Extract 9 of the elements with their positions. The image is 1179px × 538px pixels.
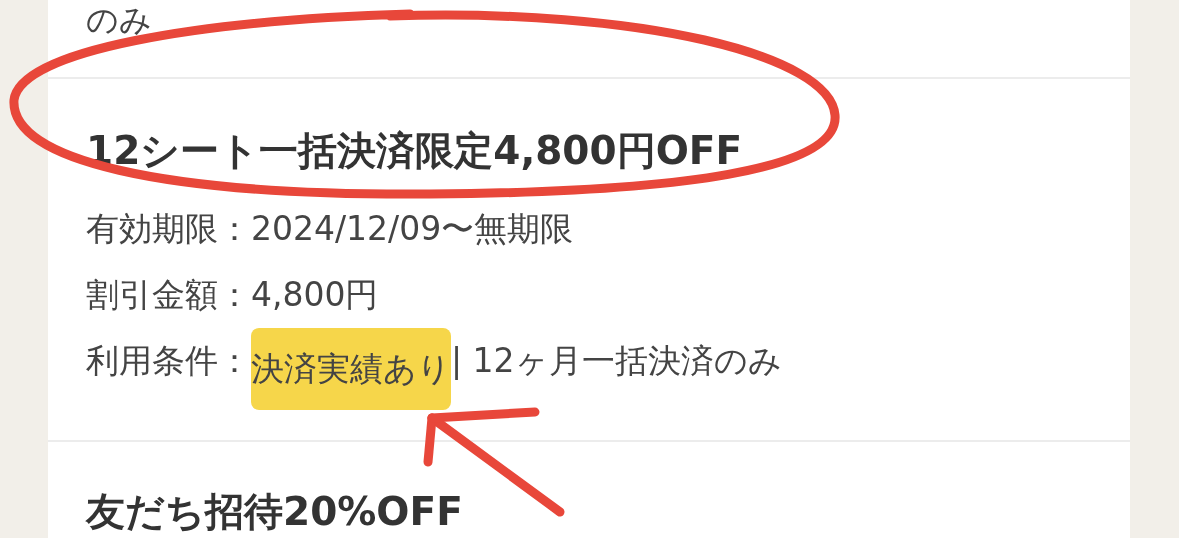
field-label: 割引金額：	[86, 274, 251, 316]
text-line: のみ	[86, 1, 152, 39]
field-value: 4,800円	[251, 274, 379, 316]
field-label: 利用条件：	[86, 340, 251, 382]
field-value: | 12ヶ月一括決済のみ	[451, 340, 782, 382]
field-value: 2024/12/09〜無期限	[251, 208, 574, 250]
highlighted-text: 決済実績あり	[251, 328, 451, 410]
coupon-title: 友だち招待20%OFF	[86, 488, 463, 536]
field-label: 有効期限：	[86, 208, 251, 250]
